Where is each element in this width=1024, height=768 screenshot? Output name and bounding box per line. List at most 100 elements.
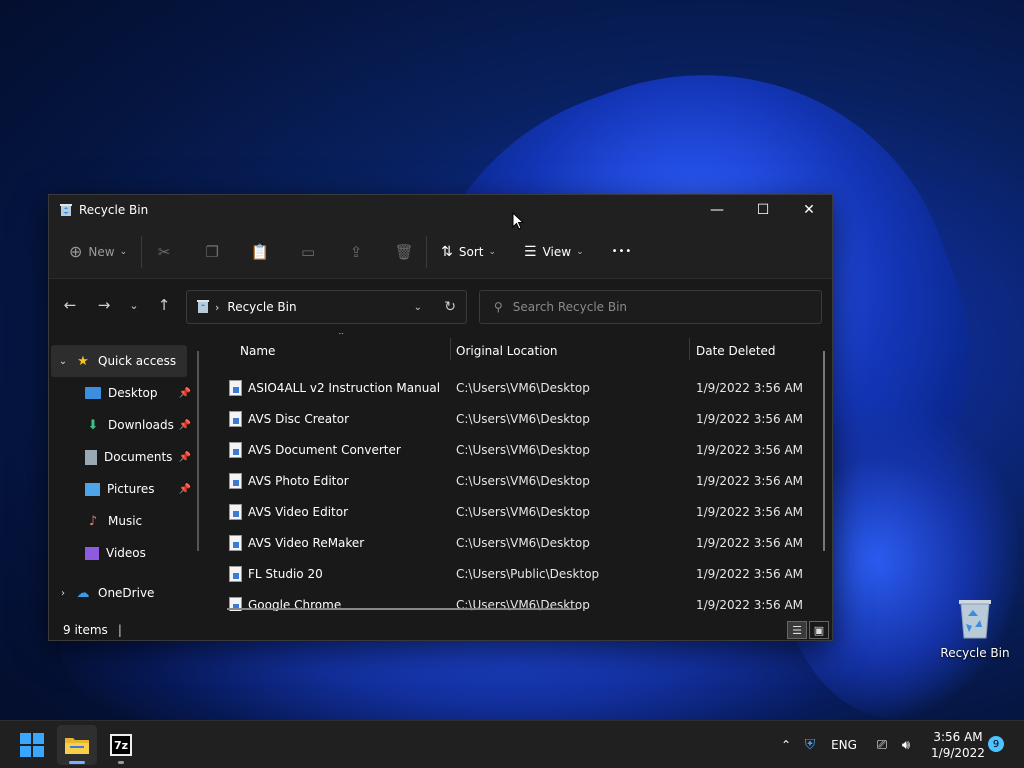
documents-icon <box>85 449 97 465</box>
table-row[interactable]: AVS Photo Editor C:\Users\VM6\Desktop 1/… <box>209 465 809 496</box>
details-view-icon: ☰ <box>792 623 802 637</box>
pin-icon: 📌 <box>178 483 191 495</box>
address-bar[interactable]: › Recycle Bin ⌄ ↻ <box>186 290 467 324</box>
sidebar-item-label: Videos <box>106 546 146 560</box>
title-bar[interactable]: Recycle Bin — ☐ ✕ <box>49 195 832 225</box>
sidebar-scrollbar[interactable] <box>197 351 199 551</box>
pin-icon: 📌 <box>178 387 191 399</box>
search-input[interactable]: ⚲ Search Recycle Bin <box>479 290 822 324</box>
star-icon: ★ <box>77 353 89 369</box>
column-header-name[interactable]: Name <box>240 339 450 363</box>
shortcut-file-icon <box>229 503 242 520</box>
running-app-indicator <box>118 761 124 764</box>
plus-circle-icon: ⊕ <box>69 242 83 261</box>
new-button[interactable]: ⊕ New ⌄ <box>61 235 135 269</box>
table-row[interactable]: FL Studio 20 C:\Users\Public\Desktop 1/9… <box>209 558 809 589</box>
language-indicator[interactable]: ENG <box>824 738 864 752</box>
sort-label: Sort <box>458 244 484 259</box>
chevron-right-icon: › <box>215 300 220 314</box>
pin-icon: 📌 <box>178 419 191 431</box>
file-explorer-taskbar-button[interactable] <box>57 725 97 765</box>
sidebar-item-documents[interactable]: Documents 📌 <box>51 441 199 473</box>
clock-time: 3:56 AM <box>933 730 983 744</box>
cell-location: C:\Users\VM6\Desktop <box>456 380 590 395</box>
vertical-scrollbar[interactable] <box>823 351 825 551</box>
column-header-date-deleted[interactable]: Date Deleted <box>696 339 816 363</box>
table-row[interactable]: ASIO4ALL v2 Instruction Manual C:\Users\… <box>209 372 809 403</box>
maximize-button[interactable]: ☐ <box>740 195 786 225</box>
cell-date: 1/9/2022 3:56 AM <box>696 411 804 426</box>
toolbar-divider <box>141 235 143 268</box>
chevron-down-icon[interactable]: ⌄ <box>414 302 422 313</box>
desktop-recycle-bin[interactable]: Recycle Bin <box>940 594 1010 660</box>
volume-icon[interactable]: 🔊︎ <box>894 738 918 753</box>
delete-icon[interactable]: 🗑 <box>388 243 420 261</box>
details-view-button[interactable]: ☰ <box>787 621 807 639</box>
table-row[interactable]: AVS Video Editor C:\Users\VM6\Desktop 1/… <box>209 496 809 527</box>
sidebar-item-desktop[interactable]: Desktop 📌 <box>51 377 199 409</box>
item-count: 9 items <box>63 623 108 637</box>
cell-name: AVS Document Converter <box>248 442 401 457</box>
sidebar-item-label: Quick access <box>98 354 177 368</box>
cell-date: 1/9/2022 3:56 AM <box>696 473 804 488</box>
view-button[interactable]: ☰ View ⌄ <box>516 235 592 269</box>
cut-icon[interactable]: ✂ <box>148 243 180 261</box>
shortcut-file-icon <box>229 379 242 396</box>
sidebar-item-label: Documents <box>104 450 173 464</box>
back-button[interactable]: ← <box>55 296 85 314</box>
more-icon: ••• <box>611 246 633 257</box>
clock[interactable]: 3:56 AM 1/9/2022 <box>926 729 990 761</box>
table-row[interactable]: AVS Video ReMaker C:\Users\VM6\Desktop 1… <box>209 527 809 558</box>
breadcrumb[interactable]: Recycle Bin <box>227 300 296 314</box>
cell-date: 1/9/2022 3:56 AM <box>696 535 804 550</box>
cell-name: AVS Video Editor <box>248 504 349 519</box>
sort-button[interactable]: ⇅ Sort ⌄ <box>433 235 504 269</box>
share-icon[interactable]: ⇪ <box>340 243 372 261</box>
copy-icon[interactable]: ❐ <box>196 243 228 261</box>
forward-button[interactable]: → <box>89 296 119 314</box>
sidebar-item-videos[interactable]: Videos <box>51 537 199 569</box>
horizontal-scrollbar[interactable] <box>227 608 577 610</box>
shortcut-file-icon <box>229 534 242 551</box>
table-row[interactable]: AVS Document Converter C:\Users\VM6\Desk… <box>209 434 809 465</box>
shortcut-file-icon <box>229 565 242 582</box>
recent-locations-button[interactable]: ⌄ <box>119 299 149 312</box>
sidebar-item-onedrive[interactable]: › ☁ OneDrive <box>51 577 199 609</box>
sidebar-item-label: Desktop <box>108 386 158 400</box>
cell-name: FL Studio 20 <box>248 566 323 581</box>
table-row[interactable]: AVS Disc Creator C:\Users\VM6\Desktop 1/… <box>209 403 809 434</box>
pin-icon: 📌 <box>178 451 191 463</box>
refresh-icon[interactable]: ↻ <box>444 299 456 315</box>
7zip-taskbar-button[interactable]: 7z <box>101 725 141 765</box>
desktop-icon-label: Recycle Bin <box>940 646 1010 660</box>
column-divider[interactable] <box>450 338 451 360</box>
tiles-view-button[interactable]: ▣ <box>809 621 829 639</box>
sidebar-item-quick-access[interactable]: ⌄ ★ Quick access <box>51 345 187 377</box>
chevron-right-icon[interactable]: › <box>51 588 75 599</box>
up-button[interactable]: ↑ <box>149 296 179 314</box>
minimize-button[interactable]: — <box>694 195 740 225</box>
start-button[interactable] <box>12 725 52 765</box>
sidebar-item-downloads[interactable]: ⬇ Downloads 📌 <box>51 409 199 441</box>
close-icon: ✕ <box>803 202 815 218</box>
close-button[interactable]: ✕ <box>786 195 832 225</box>
network-icon[interactable]: ⎚ <box>870 738 894 753</box>
sidebar-item-pictures[interactable]: Pictures 📌 <box>51 473 199 505</box>
chevron-up-icon[interactable]: ⌃ <box>776 738 796 752</box>
cell-location: C:\Users\VM6\Desktop <box>456 473 590 488</box>
status-separator: | <box>117 623 122 637</box>
sidebar-item-music[interactable]: ♪ Music <box>51 505 199 537</box>
column-divider[interactable] <box>689 338 690 360</box>
column-header-original-location[interactable]: Original Location <box>456 339 686 363</box>
cloud-icon: ☁ <box>76 585 90 601</box>
rename-icon[interactable]: ▭ <box>292 243 324 261</box>
windows-security-icon[interactable]: ⛨ <box>796 737 824 753</box>
folder-icon <box>65 738 89 754</box>
paste-icon[interactable]: 📋 <box>244 243 276 261</box>
notification-badge[interactable]: 9 <box>988 736 1004 752</box>
7zip-label: 7z <box>113 738 129 752</box>
shortcut-file-icon <box>229 441 242 458</box>
pictures-icon <box>85 482 100 496</box>
chevron-down-icon[interactable]: ⌄ <box>51 356 75 367</box>
more-options-button[interactable]: ••• <box>604 235 641 269</box>
